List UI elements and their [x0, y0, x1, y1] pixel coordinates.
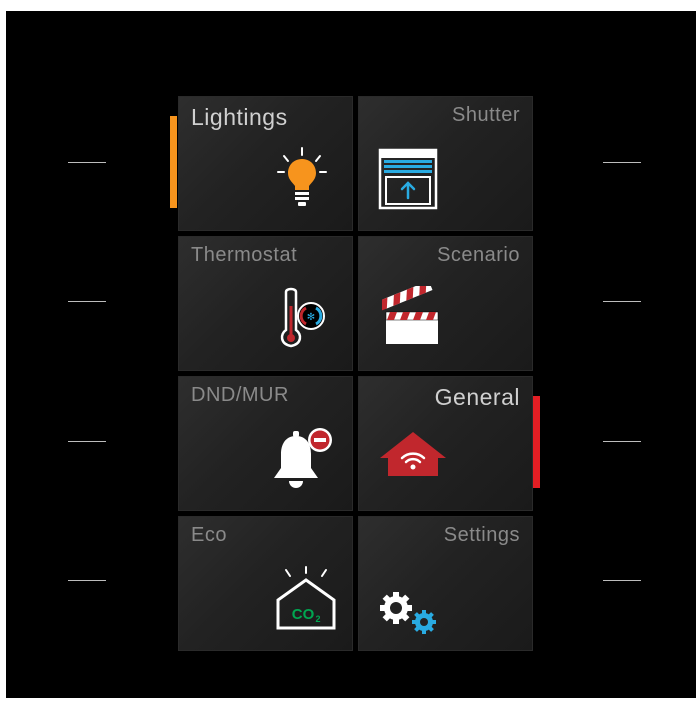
tile-thermostat[interactable]: Thermostat ✻	[178, 236, 353, 371]
left-line-4	[68, 580, 106, 581]
function-grid: Lightings Shutter Thermostat ✻ Scenario …	[178, 96, 533, 651]
co2-house-icon: CO 2	[276, 566, 336, 630]
tile-shutter[interactable]: Shutter	[358, 96, 533, 231]
shutter-icon	[378, 148, 438, 210]
left-line-3	[68, 441, 106, 442]
tile-dnd-mur[interactable]: DND/MUR	[178, 376, 353, 511]
tile-label-scenario: Scenario	[437, 244, 520, 266]
gears-icon	[380, 592, 436, 634]
right-line-4	[603, 580, 641, 581]
thermostat-icon: ✻	[280, 287, 325, 348]
tile-eco[interactable]: Eco CO 2	[178, 516, 353, 651]
left-active-indicator	[170, 116, 177, 208]
tile-label-thermostat: Thermostat	[191, 244, 298, 266]
right-line-2	[603, 301, 641, 302]
smart-home-icon	[380, 432, 446, 476]
light-bulb-icon	[277, 147, 327, 206]
tile-label-settings: Settings	[443, 524, 520, 546]
right-line-1	[603, 162, 641, 163]
co2-subscript: 2	[315, 614, 320, 624]
clapperboard-icon	[382, 286, 439, 344]
tile-label-dnd-mur: DND/MUR	[191, 384, 289, 406]
co2-text: CO	[292, 606, 315, 623]
svg-text:✻: ✻	[307, 312, 315, 323]
do-not-disturb-bell-icon	[274, 428, 332, 488]
tile-general[interactable]: General	[358, 376, 533, 511]
right-line-3	[603, 441, 641, 442]
tile-label-shutter: Shutter	[452, 104, 520, 126]
tile-lightings[interactable]: Lightings	[178, 96, 353, 231]
right-active-indicator	[533, 396, 540, 488]
left-line-1	[68, 162, 106, 163]
tile-scenario[interactable]: Scenario	[358, 236, 533, 371]
tile-label-eco: Eco	[191, 524, 227, 546]
left-line-2	[68, 301, 106, 302]
tile-label-general: General	[434, 384, 520, 410]
tile-settings[interactable]: Settings	[358, 516, 533, 651]
tile-label-lightings: Lightings	[191, 104, 288, 130]
